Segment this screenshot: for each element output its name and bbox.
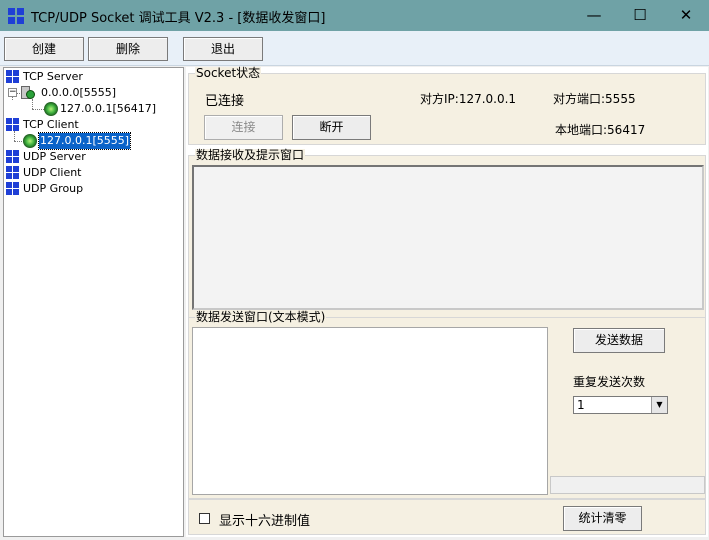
tcp-client-icon xyxy=(6,118,20,132)
dropdown-arrow-icon[interactable]: ▼ xyxy=(651,397,667,413)
tree-item-udp-group[interactable]: UDP Group xyxy=(23,181,83,197)
data-window: Socket状态 已连接 对方IP:127.0.0.1 对方端口:5555 连接… xyxy=(186,67,708,537)
server-listen-icon xyxy=(21,86,35,100)
hex-label: 显示十六进制值 xyxy=(219,514,311,529)
disconnect-button[interactable]: 断开 xyxy=(292,115,371,140)
send-data-button[interactable]: 发送数据 xyxy=(573,328,665,353)
tree-item-udp-client[interactable]: UDP Client xyxy=(23,165,82,181)
socket-status-label: Socket状态 xyxy=(195,66,262,80)
tcp-server-icon xyxy=(6,70,20,84)
remote-port: 对方端口:5555 xyxy=(553,92,636,106)
udp-client-icon xyxy=(6,166,20,180)
hex-checkbox[interactable] xyxy=(199,513,210,524)
repeat-count-label: 重复发送次数 xyxy=(573,375,646,389)
toolbar: 创建 删除 退出 xyxy=(0,31,709,66)
tree-item-server-listen[interactable]: 0.0.0.0[5555] xyxy=(41,85,116,101)
title-bar[interactable]: TCP/UDP Socket 调试工具 V2.3 - [数据收发窗口] — ☐ … xyxy=(0,0,709,31)
window-title: TCP/UDP Socket 调试工具 V2.3 - [数据收发窗口] xyxy=(31,11,326,26)
udp-server-icon xyxy=(6,150,20,164)
local-port: 本地端口:56417 xyxy=(555,123,646,137)
close-button[interactable]: ✕ xyxy=(663,0,709,31)
remote-ip: 对方IP:127.0.0.1 xyxy=(420,92,517,106)
tree-item-tcp-server[interactable]: TCP Server xyxy=(23,69,83,85)
tree-item-udp-server[interactable]: UDP Server xyxy=(23,149,86,165)
connection-state: 已连接 xyxy=(205,94,245,109)
maximize-button[interactable]: ☐ xyxy=(617,0,663,31)
app-icon xyxy=(8,8,24,24)
socket-status-group: Socket状态 已连接 对方IP:127.0.0.1 对方端口:5555 连接… xyxy=(188,67,706,145)
repeat-count-select[interactable]: 1 ▼ xyxy=(573,396,668,414)
clear-stats-button[interactable]: 统计清零 xyxy=(563,506,642,531)
connection-icon xyxy=(23,134,37,148)
connection-icon xyxy=(44,102,58,116)
collapse-toggle-icon[interactable]: − xyxy=(8,88,17,97)
create-button[interactable]: 创建 xyxy=(4,37,84,61)
status-strip xyxy=(550,476,705,494)
udp-group-icon xyxy=(6,182,20,196)
repeat-count-value: 1 xyxy=(577,398,585,412)
receive-textarea[interactable] xyxy=(192,165,704,310)
connect-button[interactable]: 连接 xyxy=(204,115,283,140)
socket-tree[interactable]: TCP Server − 0.0.0.0[5555] 127.0.0.1[564… xyxy=(3,67,184,537)
tree-item-client-connection[interactable]: 127.0.0.1[5555] xyxy=(37,132,132,150)
delete-button[interactable]: 删除 xyxy=(88,37,168,61)
send-label: 数据发送窗口(文本模式) xyxy=(195,310,327,324)
send-group: 数据发送窗口(文本模式) 发送数据 重复发送次数 1 ▼ xyxy=(188,311,706,499)
exit-button[interactable]: 退出 xyxy=(183,37,263,61)
send-textarea[interactable] xyxy=(192,327,548,495)
footer-group: 显示十六进制值 统计清零 xyxy=(188,499,706,535)
receive-label: 数据接收及提示窗口 xyxy=(195,148,306,162)
minimize-button[interactable]: — xyxy=(571,0,617,31)
tree-item-tcp-client[interactable]: TCP Client xyxy=(23,117,79,133)
tree-item-server-connection[interactable]: 127.0.0.1[56417] xyxy=(60,101,156,117)
